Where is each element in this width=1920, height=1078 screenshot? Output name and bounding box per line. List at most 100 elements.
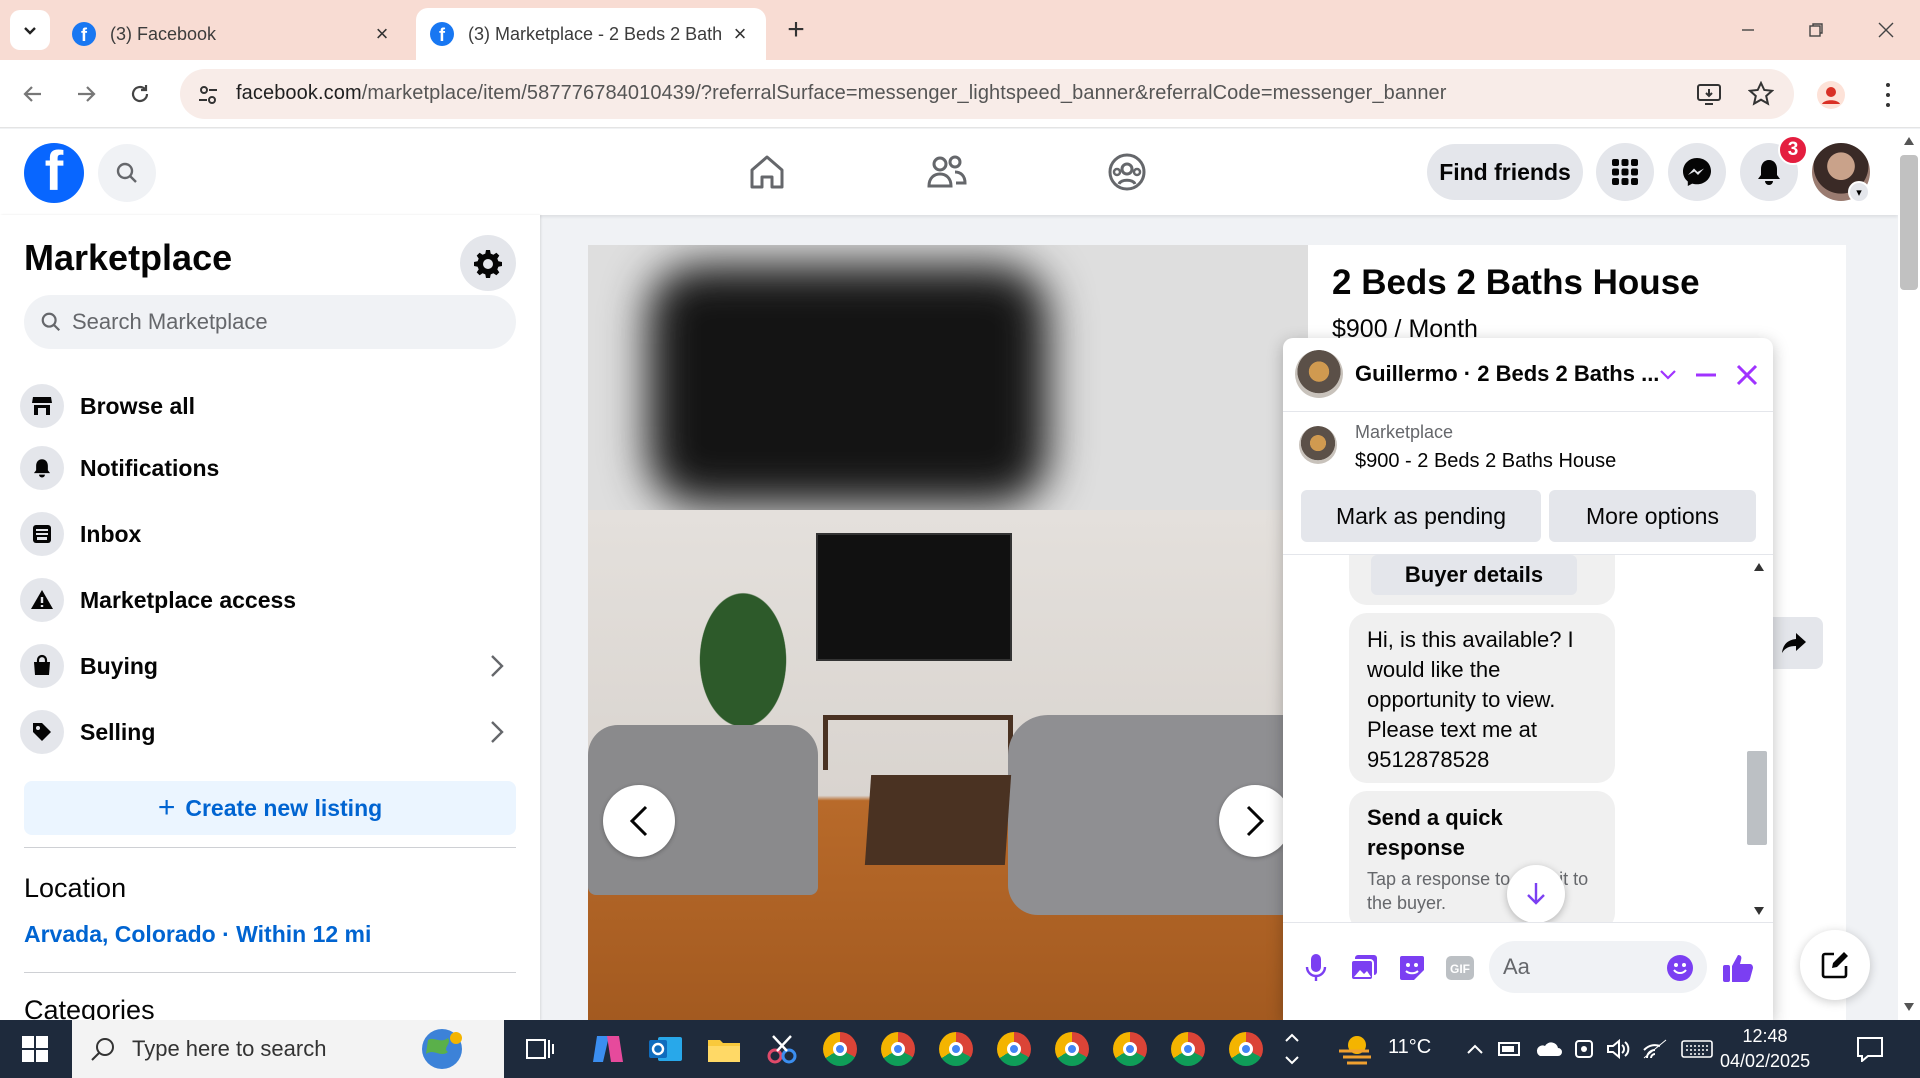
home-icon[interactable] bbox=[742, 147, 792, 197]
friends-icon[interactable] bbox=[922, 147, 972, 197]
chrome-icon[interactable] bbox=[1168, 1029, 1208, 1069]
sidebar-item-marketplace-access[interactable]: Marketplace access bbox=[20, 569, 520, 631]
chrome-icon[interactable] bbox=[878, 1029, 918, 1069]
emoji-icon[interactable] bbox=[1663, 951, 1697, 985]
task-view-icon[interactable] bbox=[520, 1029, 560, 1069]
sidebar-item-browse-all[interactable]: Browse all bbox=[20, 375, 520, 437]
install-app-icon[interactable] bbox=[1694, 79, 1724, 109]
back-icon[interactable] bbox=[15, 76, 51, 112]
chrome-icon[interactable] bbox=[936, 1029, 976, 1069]
chrome-icon[interactable] bbox=[994, 1029, 1034, 1069]
close-tab-icon[interactable]: × bbox=[728, 21, 752, 46]
keyboard-icon[interactable] bbox=[1680, 1029, 1714, 1069]
battery-icon[interactable] bbox=[1494, 1029, 1526, 1069]
meet-now-icon[interactable] bbox=[1570, 1029, 1598, 1069]
photo-icon[interactable] bbox=[1347, 951, 1381, 985]
like-thumb-icon[interactable] bbox=[1721, 951, 1755, 985]
facebook-logo[interactable]: f bbox=[24, 143, 84, 203]
minimize-chat-icon[interactable] bbox=[1689, 358, 1723, 392]
previous-photo-button[interactable] bbox=[603, 785, 675, 857]
chevron-down-icon[interactable] bbox=[1651, 358, 1685, 392]
menu-grid-icon[interactable] bbox=[1596, 143, 1654, 201]
sidebar-item-notifications[interactable]: Notifications bbox=[20, 437, 520, 499]
chrome-icon[interactable] bbox=[820, 1029, 860, 1069]
sidebar-item-inbox[interactable]: Inbox bbox=[20, 503, 520, 565]
scroll-to-bottom-button[interactable] bbox=[1507, 865, 1565, 922]
sidebar-item-buying[interactable]: Buying bbox=[20, 635, 520, 697]
copilot-icon[interactable] bbox=[588, 1029, 628, 1069]
forward-icon[interactable] bbox=[68, 76, 104, 112]
sidebar-item-selling[interactable]: Selling bbox=[20, 701, 520, 763]
share-icon[interactable] bbox=[1765, 617, 1823, 669]
onedrive-icon[interactable] bbox=[1532, 1029, 1564, 1069]
location-link[interactable]: Arvada, Colorado · Within 12 mi bbox=[24, 921, 371, 948]
buyer-details-button[interactable]: Buyer details bbox=[1371, 555, 1577, 595]
page-scrollbar-thumb[interactable] bbox=[1900, 155, 1918, 290]
tag-icon bbox=[20, 710, 64, 754]
sticker-icon[interactable] bbox=[1395, 951, 1429, 985]
taskbar-overflow-icon[interactable] bbox=[1274, 1029, 1310, 1069]
chat-avatar bbox=[1295, 350, 1343, 398]
close-window-icon[interactable] bbox=[1866, 12, 1906, 48]
action-center-icon[interactable] bbox=[1850, 1029, 1890, 1069]
chrome-icon[interactable] bbox=[1226, 1029, 1266, 1069]
storefront-icon bbox=[20, 384, 64, 428]
facebook-favicon-icon: f bbox=[430, 22, 454, 46]
gear-icon[interactable] bbox=[460, 235, 516, 291]
search-marketplace-input[interactable]: Search Marketplace bbox=[24, 295, 516, 349]
more-options-button[interactable]: More options bbox=[1549, 490, 1756, 542]
chat-contact-name: Guillermo · 2 Beds 2 Baths ... bbox=[1355, 361, 1660, 386]
browser-menu-icon[interactable] bbox=[1878, 80, 1898, 110]
chat-listing-card: Marketplace $900 - 2 Beds 2 Baths House … bbox=[1283, 412, 1773, 552]
taskbar-search-input[interactable]: Type here to search bbox=[72, 1020, 504, 1078]
taskbar-clock[interactable]: 12:48 04/02/2025 bbox=[1720, 1024, 1810, 1074]
weather-icon[interactable] bbox=[1336, 1029, 1376, 1069]
windows-start-icon[interactable] bbox=[0, 1020, 70, 1078]
minimize-window-icon[interactable] bbox=[1728, 12, 1768, 48]
browser-profile-icon[interactable] bbox=[1816, 80, 1846, 110]
sidebar-item-label: Notifications bbox=[80, 454, 220, 481]
new-message-button[interactable] bbox=[1800, 930, 1870, 1000]
restore-window-icon[interactable] bbox=[1796, 12, 1836, 48]
tray-expand-icon[interactable] bbox=[1460, 1029, 1490, 1069]
new-tab-button[interactable]: + bbox=[780, 13, 812, 46]
create-new-listing-button[interactable]: + Create new listing bbox=[24, 781, 516, 835]
facebook-search-icon[interactable] bbox=[98, 144, 156, 202]
reload-icon[interactable] bbox=[122, 76, 158, 112]
bookmark-star-icon[interactable] bbox=[1746, 79, 1776, 109]
next-photo-button[interactable] bbox=[1219, 785, 1291, 857]
chat-messages: Buyer details Hi, is this available? I w… bbox=[1283, 554, 1773, 922]
volume-icon[interactable] bbox=[1604, 1029, 1632, 1069]
tab-facebook[interactable]: f (3) Facebook × bbox=[58, 8, 408, 60]
close-chat-icon[interactable] bbox=[1730, 358, 1764, 392]
microphone-icon[interactable] bbox=[1299, 951, 1333, 985]
chat-scrollbar-thumb[interactable] bbox=[1747, 751, 1767, 845]
chrome-icon[interactable] bbox=[1110, 1029, 1150, 1069]
gif-icon[interactable]: GIF bbox=[1443, 951, 1477, 985]
chevron-left-icon bbox=[629, 805, 648, 837]
tab-title: (3) Facebook bbox=[110, 23, 217, 44]
account-chevron-icon[interactable]: ▾ bbox=[1848, 181, 1870, 203]
file-explorer-icon[interactable] bbox=[704, 1029, 744, 1069]
tab-search-button[interactable] bbox=[10, 10, 50, 50]
browser-toolbar: facebook.com/marketplace/item/5877767840… bbox=[0, 60, 1920, 128]
address-bar[interactable]: facebook.com/marketplace/item/5877767840… bbox=[180, 69, 1794, 119]
chrome-icon[interactable] bbox=[1052, 1029, 1092, 1069]
snipping-tool-icon[interactable] bbox=[762, 1029, 802, 1069]
divider bbox=[24, 972, 516, 973]
chat-scrollbar[interactable] bbox=[1749, 555, 1769, 922]
mark-as-pending-button[interactable]: Mark as pending bbox=[1301, 490, 1541, 542]
messenger-icon[interactable] bbox=[1668, 143, 1726, 201]
find-friends-button[interactable]: Find friends bbox=[1427, 144, 1583, 200]
groups-icon[interactable] bbox=[1102, 147, 1152, 197]
outlook-icon[interactable] bbox=[646, 1029, 686, 1069]
listing-photo[interactable] bbox=[588, 245, 1308, 1020]
quick-response-card[interactable]: Send a quick response Tap a response to … bbox=[1349, 791, 1615, 922]
close-tab-icon[interactable]: × bbox=[370, 21, 394, 46]
chat-header[interactable]: Guillermo · 2 Beds 2 Baths ... bbox=[1283, 338, 1773, 412]
bell-icon bbox=[20, 446, 64, 490]
listing-summary[interactable]: $900 - 2 Beds 2 Baths House bbox=[1355, 450, 1616, 473]
tab-marketplace[interactable]: f (3) Marketplace - 2 Beds 2 Bath × bbox=[416, 8, 766, 60]
site-settings-icon[interactable] bbox=[194, 81, 222, 109]
wifi-icon[interactable] bbox=[1640, 1029, 1670, 1069]
